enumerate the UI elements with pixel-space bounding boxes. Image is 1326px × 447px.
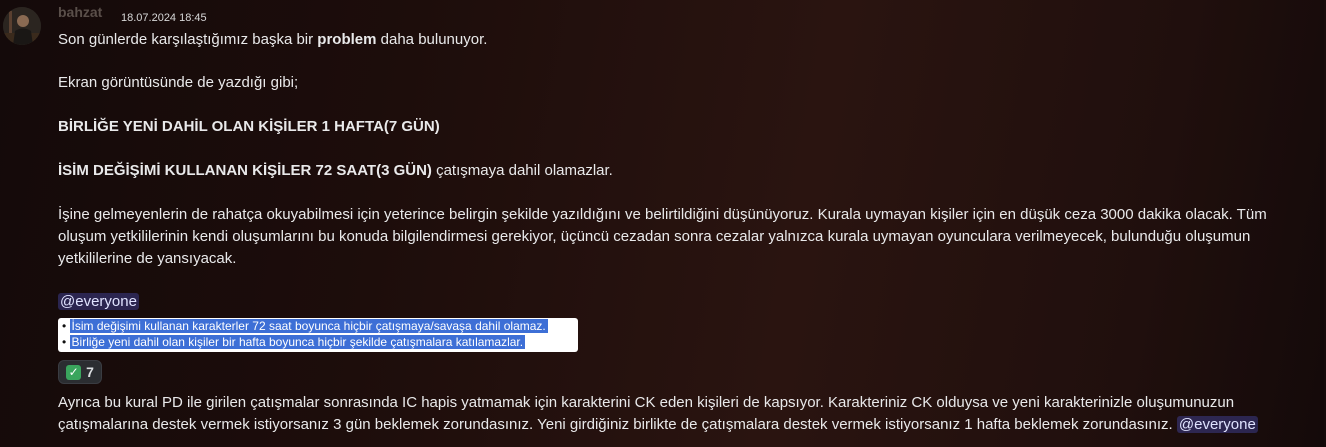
scrollbar[interactable] (1320, 0, 1324, 447)
text-segment: çatışmalarına destek vermek istiyorsanız… (58, 416, 1177, 433)
everyone-mention[interactable]: @everyone (1176, 416, 1258, 433)
avatar-image (3, 7, 41, 45)
bold-text: problem (317, 31, 377, 48)
image-bullet-text: Birliğe yeni dahil olan kişiler bir haft… (69, 335, 526, 349)
paragraph-line-3: yetkililerine de yansıyacak. (58, 250, 237, 267)
bold-text: İSİM DEĞİŞİMİ KULLANAN KİŞİLER 72 SAAT(3… (58, 162, 432, 179)
image-bullet-text: İsim değişimi kullanan karakterler 72 sa… (69, 319, 548, 333)
final-line-2: çatışmalarına destek vermek istiyorsanız… (58, 414, 1258, 436)
attached-image[interactable]: • İsim değişimi kullanan karakterler 72 … (58, 318, 578, 352)
text-segment: çatışmaya dahil olamazlar. (431, 162, 613, 179)
final-line-1: Ayrıca bu kural PD ile girilen çatışmala… (58, 394, 1235, 411)
message-line-4: İSİM DEĞİŞİMİ KULLANAN KİŞİLER 72 SAAT(3… (58, 160, 613, 182)
everyone-mention[interactable]: @everyone (58, 293, 139, 310)
mention-line: @everyone (58, 291, 139, 313)
author-name[interactable]: bahzat (58, 4, 102, 20)
paragraph-line-2: oluşum yetkililerinin kendi oluşumlarını… (58, 228, 1251, 245)
image-bullet-2: • Birliğe yeni dahil olan kişiler bir ha… (62, 335, 526, 350)
message-line-2: Ekran görüntüsünde de yazdığı gibi; (58, 74, 299, 91)
avatar[interactable] (3, 7, 41, 45)
check-mark-icon: ✓ (66, 364, 82, 380)
paragraph-line-1: İşine gelmeyenlerin de rahatça okuyabilm… (58, 206, 1267, 223)
message-line-3: BİRLİĞE YENİ DAHİL OLAN KİŞİLER 1 HAFTA(… (58, 118, 440, 135)
text-segment: daha bulunuyor. (376, 31, 488, 48)
image-bullet-1: • İsim değişimi kullanan karakterler 72 … (62, 319, 548, 334)
bullet-icon: • (62, 335, 70, 349)
message-line-1: Son günlerde karşılaştığımız başka bir p… (58, 29, 487, 51)
reaction-button[interactable]: ✓ 7 (58, 360, 102, 384)
bullet-icon: • (62, 319, 70, 333)
message-timestamp: 18.07.2024 18:45 (121, 12, 207, 24)
reaction-count: 7 (86, 364, 94, 380)
text-segment: Son günlerde karşılaştığımız başka bir (58, 31, 318, 48)
